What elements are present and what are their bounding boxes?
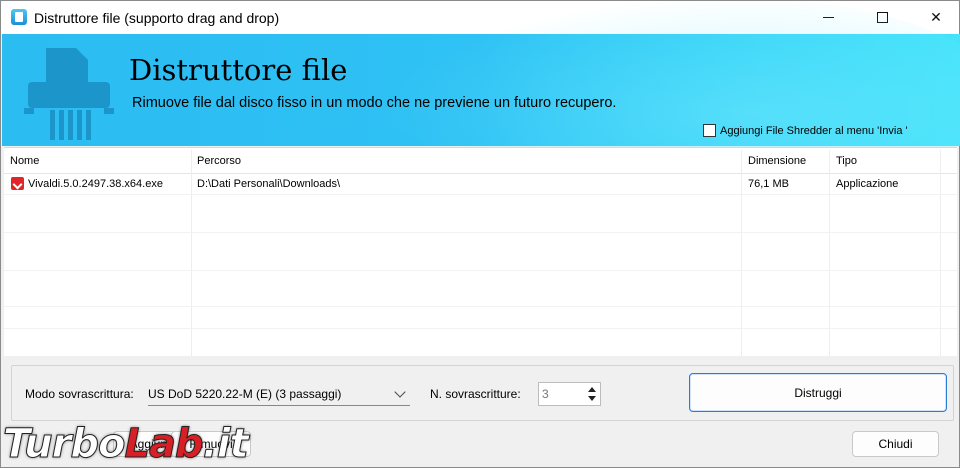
file-size: 76,1 MB [748, 178, 789, 190]
row-divider [4, 194, 957, 195]
overwrite-mode-select[interactable]: US DoD 5220.22-M (E) (3 passaggi) [148, 382, 410, 406]
sendto-checkbox[interactable] [703, 124, 716, 137]
vivaldi-icon [11, 177, 24, 190]
chevron-down-icon [394, 386, 406, 398]
header-banner: Distruttore file Rimuove file dal disco … [2, 0, 960, 194]
file-name: Vivaldi.5.0.2497.38.x64.exe [28, 178, 163, 190]
shredder-icon [24, 48, 114, 140]
window-title: Distruttore file (supporto drag and drop… [34, 10, 280, 26]
row-divider [4, 232, 957, 233]
overwrite-count-label: N. sovrascritture: [430, 387, 521, 401]
spin-down-icon[interactable] [588, 396, 596, 401]
overwrite-mode-value: US DoD 5220.22-M (E) (3 passaggi) [148, 386, 342, 401]
overwrite-mode-label: Modo sovrascrittura: [25, 387, 134, 401]
row-divider [4, 328, 957, 329]
column-header-percorso[interactable]: Percorso [191, 148, 741, 174]
spin-up-icon[interactable] [588, 387, 596, 392]
column-header-dimensione[interactable]: Dimensione [742, 148, 828, 174]
column-header-tipo[interactable]: Tipo [830, 148, 940, 174]
watermark-part-2: Lab [124, 421, 204, 468]
watermark-part-3: .it [202, 421, 249, 468]
row-divider [4, 306, 957, 307]
shredder-app-icon [11, 9, 27, 25]
overwrite-count-stepper[interactable]: 3 [538, 382, 601, 406]
close-button[interactable]: Chiudi [852, 431, 939, 457]
sendto-label: Aggiungi File Shredder al menu 'Invia ' [720, 124, 908, 137]
sendto-option[interactable]: Aggiungi File Shredder al menu 'Invia ' [703, 124, 908, 137]
column-header-nome[interactable]: Nome [4, 148, 189, 174]
row-divider [4, 270, 957, 271]
table-row[interactable]: Vivaldi.5.0.2497.38.x64.exe D:\Dati Pers… [4, 174, 957, 194]
overwrite-count-value: 3 [542, 387, 549, 401]
options-panel: Modo sovrascrittura: US DoD 5220.22-M (E… [11, 365, 954, 421]
app-window: Distruttore file (supporto drag and drop… [0, 0, 960, 468]
file-list[interactable]: Nome Percorso Dimensione Tipo Vivaldi.5.… [4, 147, 957, 356]
banner-subtitle: Rimuove file dal disco fisso in un modo … [132, 95, 617, 111]
watermark-part-1: Turbo [2, 421, 125, 468]
banner-title: Distruttore file [129, 53, 348, 87]
file-type: Applicazione [836, 178, 899, 190]
destroy-button[interactable]: Distruggi [689, 373, 947, 412]
turbolab-watermark: Turbo Lab .it [2, 419, 249, 468]
file-path: D:\Dati Personali\Downloads\ [197, 178, 341, 190]
close-icon: ✕ [930, 9, 942, 26]
list-header: Nome Percorso Dimensione Tipo [4, 148, 957, 174]
